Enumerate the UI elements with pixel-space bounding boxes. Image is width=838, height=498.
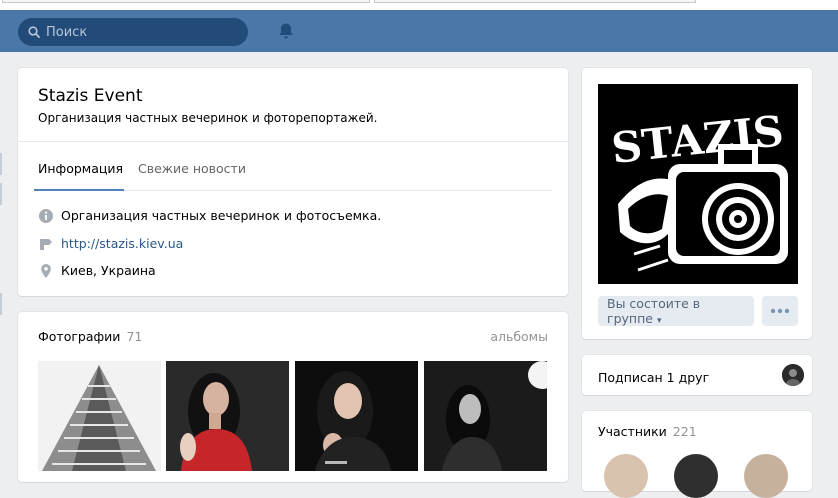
- members-card: Участники 221: [582, 411, 812, 498]
- friends-subscribed-text: Подписан 1 друг: [598, 370, 710, 385]
- group-status: Организация частных вечеринок и фоторепо…: [38, 111, 378, 125]
- top-header: [0, 10, 838, 52]
- photo-thumbnail[interactable]: [424, 361, 547, 471]
- website-link[interactable]: http://stazis.kiev.ua: [61, 236, 183, 251]
- photos-card: Фотографии 71 альбомы: [18, 312, 568, 482]
- link-arrow-icon: [40, 239, 52, 250]
- info-description: Организация частных вечеринок и фотосъем…: [61, 208, 382, 223]
- membership-button-label: Вы состоите в группе: [607, 296, 701, 326]
- more-dots-icon: [770, 308, 790, 314]
- chevron-down-icon: ▾: [656, 316, 662, 326]
- group-name: Stazis Event: [38, 86, 143, 106]
- search-input[interactable]: [46, 23, 236, 41]
- browser-tab[interactable]: [2, 0, 370, 3]
- info-icon: [39, 209, 53, 223]
- photos-title-label: Фотографии: [38, 329, 121, 344]
- member-avatar[interactable]: [674, 454, 718, 498]
- woman-red-dress-photo: [166, 361, 289, 471]
- group-info-card: Stazis Event Организация частных вечерин…: [18, 68, 568, 296]
- group-avatar-card: STAZIS Вы состоите в группе ▾: [582, 68, 812, 339]
- browser-tab[interactable]: [374, 0, 696, 3]
- albums-link[interactable]: альбомы: [490, 329, 548, 344]
- members-title-label: Участники: [598, 424, 667, 439]
- woman-portrait-photo: [295, 361, 418, 471]
- group-avatar[interactable]: STAZIS: [598, 84, 798, 284]
- members-title[interactable]: Участники 221: [598, 424, 697, 439]
- location-pin-icon: [41, 264, 51, 278]
- stazis-logo: STAZIS: [598, 84, 798, 284]
- search-icon: [28, 26, 40, 38]
- photos-title[interactable]: Фотографии 71: [38, 329, 142, 344]
- bell-icon[interactable]: [277, 22, 295, 40]
- members-count: 221: [672, 424, 697, 439]
- header-divider: [18, 141, 568, 142]
- photo-thumbnail[interactable]: [166, 361, 289, 471]
- member-avatar[interactable]: [604, 454, 648, 498]
- photos-count: 71: [126, 329, 143, 344]
- left-nav-stub: [0, 153, 2, 175]
- left-nav-stub: [0, 183, 2, 205]
- woman-bw-photo: [424, 361, 547, 471]
- tab-news[interactable]: Свежие новости: [138, 161, 246, 176]
- info-location: Киев, Украина: [61, 263, 156, 278]
- photo-thumbnail[interactable]: [295, 361, 418, 471]
- photo-thumbnail[interactable]: [38, 361, 161, 471]
- search-box[interactable]: [18, 18, 248, 46]
- left-nav-stub: [0, 293, 2, 315]
- active-tab-indicator: [34, 189, 124, 191]
- more-actions-button[interactable]: [762, 296, 798, 326]
- tab-information[interactable]: Информация: [38, 161, 123, 176]
- friend-avatar[interactable]: [782, 364, 804, 386]
- building-photo: [38, 361, 161, 471]
- membership-button[interactable]: Вы состоите в группе ▾: [598, 296, 754, 326]
- friend-avatar-image: [782, 364, 804, 386]
- friends-card[interactable]: Подписан 1 друг: [582, 355, 812, 395]
- member-avatar[interactable]: [744, 454, 788, 498]
